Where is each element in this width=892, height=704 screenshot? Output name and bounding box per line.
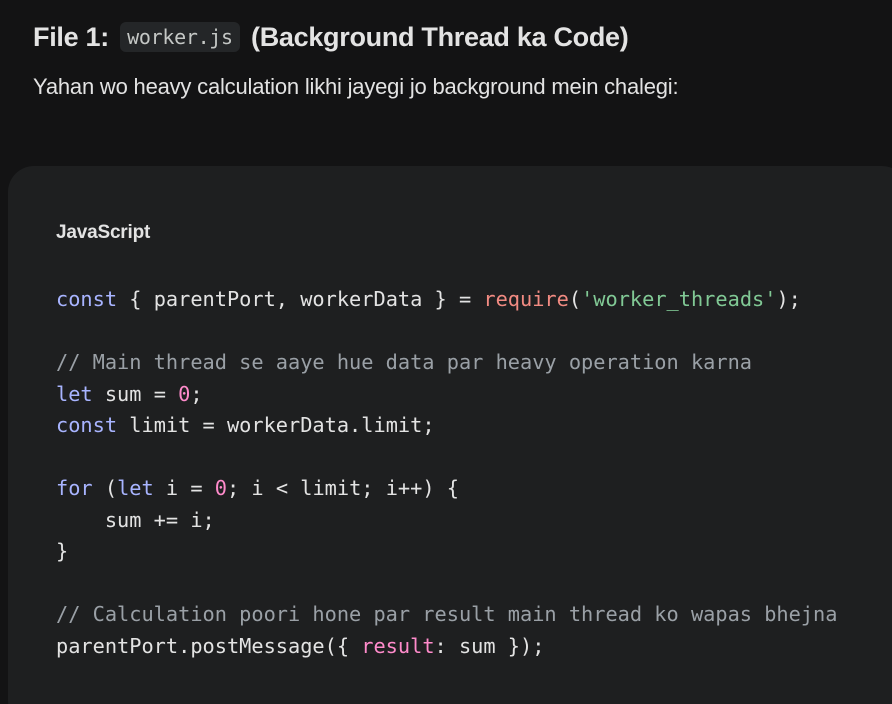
code-token: 'worker_threads' xyxy=(581,287,777,311)
code-line: let sum = 0; xyxy=(56,379,837,411)
code-token: // Calculation poori hone par result mai… xyxy=(56,602,838,626)
code-token: sum += i; xyxy=(56,507,215,532)
code-token: : sum }); xyxy=(434,633,545,658)
code-line: const { parentPort, workerData } = requi… xyxy=(56,284,837,316)
code-token: i = xyxy=(153,476,215,500)
code-line: sum += i; xyxy=(56,505,837,537)
code-token: // Main thread se aaye hue data par heav… xyxy=(56,350,752,374)
filename-inline-code: worker.js xyxy=(120,22,240,52)
code-token: { parentPort, workerData } = xyxy=(117,287,484,311)
code-token: const xyxy=(56,287,118,311)
code-line: ​ xyxy=(56,442,837,474)
heading-prefix: File 1: xyxy=(33,22,109,52)
code-line: for (let i = 0; i < limit; i++) { xyxy=(56,473,837,505)
code-token: parentPort.postMessage({ xyxy=(56,633,362,658)
code-line: ​ xyxy=(56,316,837,348)
code-token: ( xyxy=(92,476,118,500)
code-token: result xyxy=(361,633,435,658)
code-token: let xyxy=(117,476,154,500)
code-token: sum = xyxy=(92,381,179,406)
code-token: 0 xyxy=(178,381,191,406)
code-token: ; i < limit; i++) { xyxy=(226,476,459,500)
chat-response: File 1: worker.js (Background Thread ka … xyxy=(0,0,892,704)
intro-text: Yahan wo heavy calculation likhi jayegi … xyxy=(33,74,679,99)
code-line: // Calculation poori hone par result mai… xyxy=(56,599,837,631)
code-token: let xyxy=(56,381,93,406)
heading-suffix: (Background Thread ka Code) xyxy=(251,22,629,52)
code-line: ​ xyxy=(56,568,837,600)
code-block[interactable]: const { parentPort, workerData } = requi… xyxy=(56,284,837,662)
code-token: 0 xyxy=(214,476,227,500)
code-line: const limit = workerData.limit; xyxy=(56,410,837,442)
code-line: // Main thread se aaye hue data par heav… xyxy=(56,347,837,379)
code-token: for xyxy=(56,476,93,500)
code-token: ; xyxy=(190,381,203,406)
code-token: } xyxy=(56,539,69,563)
code-token: ( xyxy=(568,287,582,311)
code-token: require xyxy=(483,287,569,311)
code-line: parentPort.postMessage({ result: sum }); xyxy=(56,631,837,663)
code-token: ); xyxy=(776,287,801,311)
code-token: limit = workerData.limit; xyxy=(117,413,435,437)
section-heading: File 1: worker.js (Background Thread ka … xyxy=(33,22,629,53)
code-language-label[interactable]: JavaScript xyxy=(56,222,150,244)
code-line: } xyxy=(56,536,837,568)
code-token: const xyxy=(56,413,118,437)
